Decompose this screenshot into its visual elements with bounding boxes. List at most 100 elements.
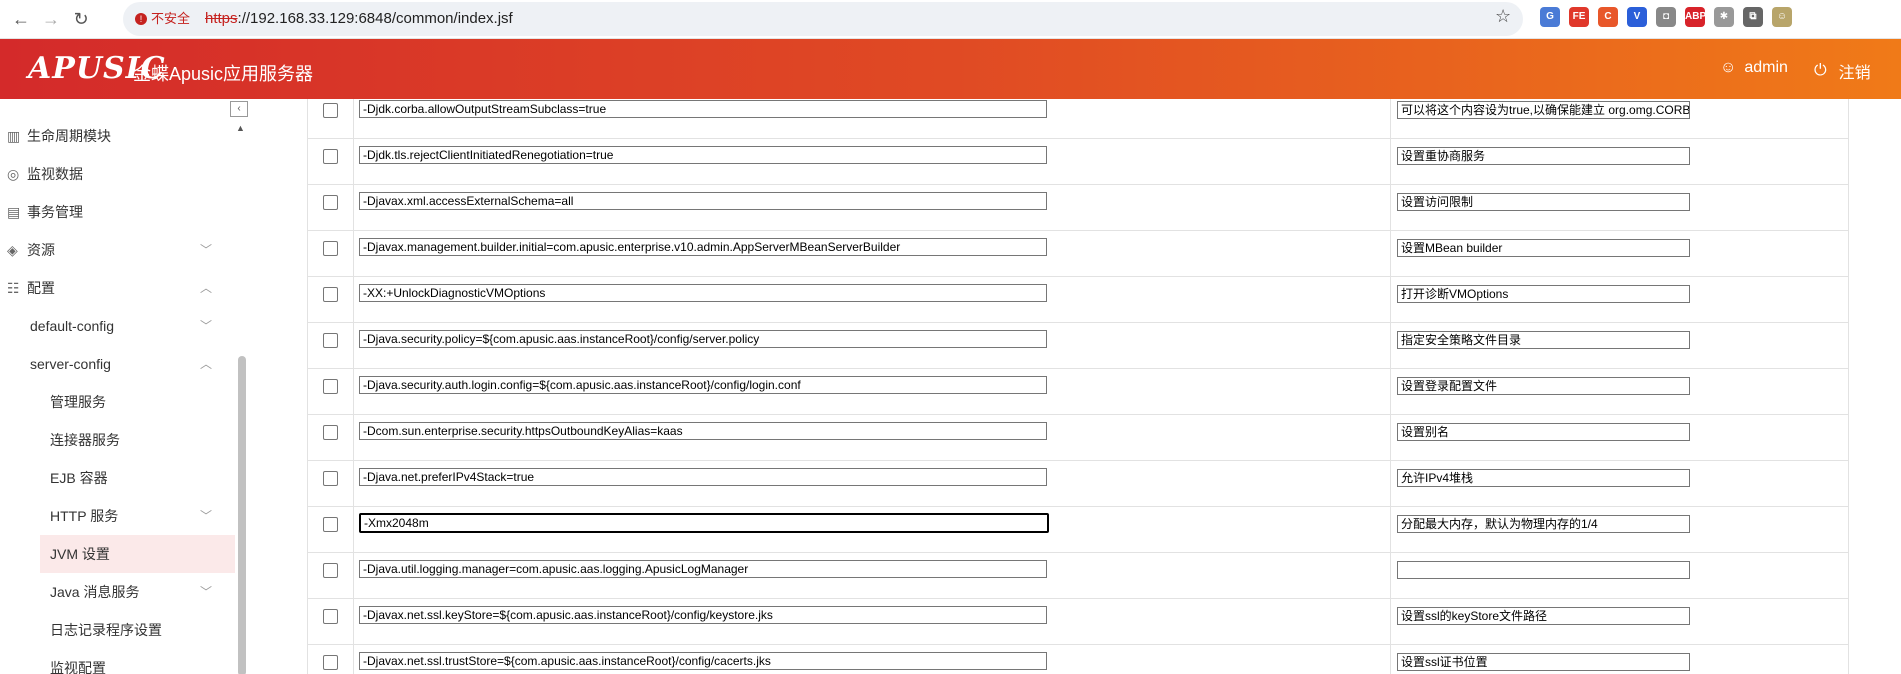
table-row: -Djava.util.logging.manager=com.apusic.a… <box>308 553 1848 599</box>
option-description-input[interactable]: 打开诊断VMOptions <box>1397 285 1690 303</box>
column-divider <box>353 231 354 276</box>
jvm-option-input[interactable]: -Djava.security.auth.login.config=${com.… <box>359 376 1047 394</box>
column-divider <box>1390 323 1391 368</box>
jvm-option-input[interactable]: -Djdk.tls.rejectClientInitiatedRenegotia… <box>359 146 1047 164</box>
sidebar: ‹ ▲ ▥ 生命周期模块 ◎ 监视数据 ▤ 事务管理 ◈ 资源 ﹀ ☷ 配置 ︿ default-con… <box>0 99 251 674</box>
option-description-input[interactable]: 设置登录配置文件 <box>1397 377 1690 395</box>
extensions-icon[interactable]: ⧉ <box>1743 7 1763 27</box>
option-description-input[interactable] <box>1397 561 1690 579</box>
fe-ext-icon[interactable]: FE <box>1569 7 1589 27</box>
sidebar-item[interactable]: HTTP 服务 ﹀ <box>0 497 235 535</box>
sidebar-item[interactable]: Java 消息服务 ﹀ <box>0 573 235 611</box>
abp-ext-icon[interactable]: ABP <box>1685 7 1706 27</box>
sidebar-item[interactable]: 管理服务 <box>0 383 235 421</box>
security-indicator[interactable]: ! 不安全 <box>131 9 198 29</box>
sidebar-item-label: JVM 设置 <box>50 546 110 562</box>
reload-icon[interactable]: ↻ <box>68 6 94 32</box>
sidebar-item[interactable]: default-config ﹀ <box>0 307 235 345</box>
jvm-option-input[interactable]: -Djava.security.policy=${com.apusic.aas.… <box>359 330 1047 348</box>
row-checkbox[interactable] <box>323 655 338 670</box>
row-checkbox[interactable] <box>323 517 338 532</box>
option-description-input[interactable]: 设置重协商服务 <box>1397 147 1690 165</box>
jvm-option-input[interactable]: -Djdk.corba.allowOutputStreamSubclass=tr… <box>359 100 1047 118</box>
sidebar-collapse-icon[interactable]: ‹ <box>230 101 248 117</box>
jvm-option-input[interactable]: -Dcom.sun.enterprise.security.httpsOutbo… <box>359 422 1047 440</box>
url-path: ://192.168.33.129:6848/common/index.jsf <box>237 10 513 27</box>
row-checkbox[interactable] <box>323 103 338 118</box>
jvm-option-input[interactable]: -Djavax.net.ssl.trustStore=${com.apusic.… <box>359 652 1047 670</box>
row-checkbox[interactable] <box>323 563 338 578</box>
jvm-option-input[interactable]: -Djavax.net.ssl.keyStore=${com.apusic.aa… <box>359 606 1047 624</box>
sidebar-item[interactable]: ◈ 资源 ﹀ <box>0 231 235 269</box>
jvm-option-input[interactable]: -Xmx2048m <box>359 513 1049 533</box>
option-description-input[interactable]: 分配最大内存，默认为物理内存的1/4 <box>1397 515 1690 533</box>
profile-avatar-icon[interactable]: ☺ <box>1772 7 1792 27</box>
sidebar-item-label: default-config <box>30 318 115 334</box>
scroll-up-icon[interactable]: ▲ <box>236 123 245 133</box>
row-checkbox[interactable] <box>323 425 338 440</box>
sidebar-item[interactable]: 日志记录程序设置 <box>0 611 235 649</box>
jvm-option-input[interactable]: -Djavax.xml.accessExternalSchema=all <box>359 192 1047 210</box>
chevron-icon[interactable]: ﹀ <box>200 307 212 345</box>
chevron-icon[interactable]: ﹀ <box>200 497 212 535</box>
chevron-icon[interactable]: ︿ <box>200 345 212 383</box>
row-checkbox[interactable] <box>323 379 338 394</box>
chevron-icon[interactable]: ﹀ <box>200 573 212 611</box>
option-description-input[interactable]: 设置别名 <box>1397 423 1690 441</box>
column-divider <box>353 277 354 322</box>
column-divider <box>1390 415 1391 460</box>
row-checkbox[interactable] <box>323 149 338 164</box>
option-description-input[interactable]: 设置ssl证书位置 <box>1397 653 1690 671</box>
c-ext-icon[interactable]: C <box>1598 7 1618 27</box>
url-text[interactable]: https://192.168.33.129:6848/common/index… <box>205 9 513 29</box>
option-description-input[interactable]: 设置ssl的keyStore文件路径 <box>1397 607 1690 625</box>
option-description-input[interactable]: 允许IPv4堆栈 <box>1397 469 1690 487</box>
row-checkbox[interactable] <box>323 471 338 486</box>
address-bar[interactable]: ! 不安全 https://192.168.33.129:6848/common… <box>123 2 1523 36</box>
sidebar-item-label: 连接器服务 <box>50 432 120 448</box>
sidebar-item[interactable]: JVM 设置 <box>40 535 235 573</box>
forward-icon[interactable]: → <box>38 6 64 32</box>
sidebar-item[interactable]: ☷ 配置 ︿ <box>0 269 235 307</box>
sidebar-item[interactable]: ▥ 生命周期模块 <box>0 117 235 155</box>
option-description-input[interactable]: 指定安全策略文件目录 <box>1397 331 1690 349</box>
option-description-input[interactable]: 设置访问限制 <box>1397 193 1690 211</box>
chevron-icon[interactable]: ﹀ <box>200 231 212 269</box>
sidebar-item[interactable]: 连接器服务 <box>0 421 235 459</box>
row-checkbox[interactable] <box>323 287 338 302</box>
jvm-option-input[interactable]: -XX:+UnlockDiagnosticVMOptions <box>359 284 1047 302</box>
table-row: -Djavax.net.ssl.keyStore=${com.apusic.aa… <box>308 599 1848 645</box>
jvm-option-input[interactable]: -Djavax.management.builder.initial=com.a… <box>359 238 1047 256</box>
sidebar-item-label: Java 消息服务 <box>50 584 140 600</box>
column-divider <box>1390 599 1391 644</box>
sidebar-item[interactable]: ▤ 事务管理 <box>0 193 235 231</box>
bookmark-star-icon[interactable]: ☆ <box>1495 6 1511 27</box>
translate-ext-icon[interactable]: G <box>1540 7 1560 27</box>
sidebar-item[interactable]: EJB 容器 <box>0 459 235 497</box>
jvm-option-input[interactable]: -Djava.net.preferIPv4Stack=true <box>359 468 1047 486</box>
row-checkbox[interactable] <box>323 195 338 210</box>
row-checkbox[interactable] <box>323 241 338 256</box>
sidebar-item-label: 生命周期模块 <box>27 128 111 144</box>
row-checkbox[interactable] <box>323 333 338 348</box>
sidebar-item-label: 管理服务 <box>50 394 106 410</box>
column-divider <box>353 507 354 552</box>
user-menu[interactable]: ☺ admin <box>1720 59 1788 77</box>
sidebar-item-label: 日志记录程序设置 <box>50 622 162 638</box>
back-icon[interactable]: ← <box>8 6 34 32</box>
column-divider <box>353 415 354 460</box>
option-description-input[interactable]: 设置MBean builder <box>1397 239 1690 257</box>
v-ext-icon[interactable]: V <box>1627 7 1647 27</box>
sidebar-item[interactable]: ◎ 监视数据 <box>0 155 235 193</box>
row-checkbox[interactable] <box>323 609 338 624</box>
sidebar-scrollbar[interactable] <box>238 356 246 674</box>
option-description-input[interactable]: 可以将这个内容设为true,以确保能建立 org.omg.CORBA <box>1397 101 1690 119</box>
camera-ext-icon[interactable]: ◘ <box>1656 7 1676 27</box>
sidebar-item-label: 资源 <box>27 242 55 258</box>
sidebar-item[interactable]: server-config ︿ <box>0 345 235 383</box>
chevron-icon[interactable]: ︿ <box>200 269 212 307</box>
puzzle-ext-icon[interactable]: ✱ <box>1714 7 1734 27</box>
jvm-option-input[interactable]: -Djava.util.logging.manager=com.apusic.a… <box>359 560 1047 578</box>
sidebar-item[interactable]: 监视配置 <box>0 649 235 674</box>
logout-button[interactable]: ⏻ 注销 <box>1814 59 1871 83</box>
